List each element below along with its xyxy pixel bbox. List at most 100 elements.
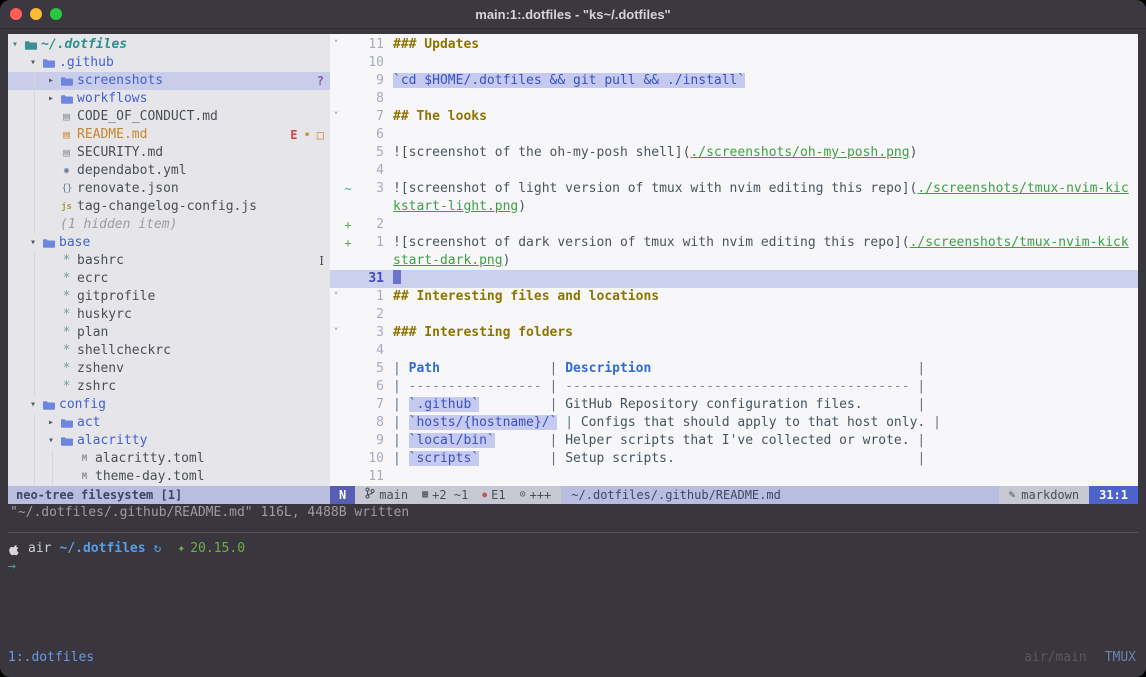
tree-item-config[interactable]: ▾config [8, 396, 330, 414]
tree-item-ecrc[interactable]: *ecrc [8, 270, 330, 288]
editor-line-11[interactable]: 11 [330, 468, 1138, 486]
line-text: `cd $HOME/.dotfiles && git pull && ./ins… [393, 72, 1138, 90]
chevron-down-icon[interactable]: ▾ [8, 36, 22, 54]
tree-item-label: theme-day.toml [95, 468, 205, 486]
fold-marker-icon[interactable]: ˅ [330, 108, 342, 126]
fold-marker-icon[interactable]: ˅ [330, 288, 342, 306]
chevron-down-icon[interactable]: ▾ [44, 432, 58, 450]
segment-url: start-dark.png [393, 253, 503, 268]
segment-plain [479, 397, 549, 412]
tree-item-act[interactable]: ▸act [8, 414, 330, 432]
tree-item-alacritty-toml[interactable]: Malacritty.toml [8, 450, 330, 468]
git-branch-icon [365, 486, 375, 504]
tree-item-gitprofile[interactable]: *gitprofile [8, 288, 330, 306]
tmux-window-current[interactable]: 1:.dotfiles [8, 649, 94, 667]
editor-line-8[interactable]: 8| `hosts/{hostname}/` | Configs that sh… [330, 414, 1138, 432]
chevron-right-icon[interactable]: ▸ [44, 72, 58, 90]
editor-line-3[interactable]: ~3![screenshot of light version of tmux … [330, 180, 1138, 198]
tree-item-readme-md[interactable]: ▤README.mdE•□ [8, 126, 330, 144]
shell-pane[interactable]: air ~/.dotfiles ↻ ✦ 20.15.0 → [8, 540, 1138, 649]
editor-line-10[interactable]: 10 [330, 54, 1138, 72]
editor-line-wrap[interactable]: kstart-light.png) [330, 198, 1138, 216]
chevron-down-icon[interactable]: ▾ [26, 54, 40, 72]
diagnostic-error-icon: ● [482, 486, 487, 504]
tree-item-zshenv[interactable]: *zshenv [8, 360, 330, 378]
chevron-right-icon[interactable]: ▸ [44, 414, 58, 432]
chevron-down-icon[interactable]: ▾ [26, 234, 40, 252]
tree-item-tag-changelog-config-js[interactable]: jstag-changelog-config.js [8, 198, 330, 216]
tmux-pane-border[interactable] [8, 532, 1138, 533]
indent-guide [26, 126, 44, 144]
chevron-right-icon[interactable]: ▸ [44, 90, 58, 108]
neotree-statusline: neo-tree filesystem [1] [8, 486, 330, 504]
editor-line-31[interactable]: 31 [330, 270, 1138, 288]
fold-column [330, 342, 342, 360]
tree-item-zshrc[interactable]: *zshrc [8, 378, 330, 396]
editor-line-wrap[interactable]: start-dark.png) [330, 252, 1138, 270]
editor-line-7[interactable]: ˅7## The looks [330, 108, 1138, 126]
line-text: ### Updates [393, 36, 1138, 54]
line-number: 2 [354, 306, 384, 324]
tree-item-shellcheckrc[interactable]: *shellcheckrc [8, 342, 330, 360]
editor-line-4[interactable]: 4 [330, 162, 1138, 180]
zoom-button[interactable] [50, 8, 62, 20]
fold-column [330, 378, 342, 396]
editor-line-3[interactable]: ˅3### Interesting folders [330, 324, 1138, 342]
tree-item-1-hidden-item[interactable]: (1 hidden item) [8, 216, 330, 234]
editor-line-6[interactable]: 6| ----------------- | -----------------… [330, 378, 1138, 396]
line-text [393, 90, 1138, 108]
indent-guide [8, 468, 26, 486]
tree-item-screenshots[interactable]: ▸screenshots? [8, 72, 330, 90]
tree-item-dotfiles[interactable]: ▾~/.dotfiles [8, 36, 330, 54]
tree-item-renovate-json[interactable]: {}renovate.json [8, 180, 330, 198]
chevron-down-icon[interactable]: ▾ [26, 396, 40, 414]
tree-item-dependabot-yml[interactable]: ◉dependabot.yml [8, 162, 330, 180]
editor-line-2[interactable]: 2 [330, 306, 1138, 324]
editor-line-10[interactable]: 10| `scripts` | Setup scripts. | [330, 450, 1138, 468]
editor-line-1[interactable]: +1![screenshot of dark version of tmux w… [330, 234, 1138, 252]
tree-item-github[interactable]: ▾.github [8, 54, 330, 72]
close-button[interactable] [10, 8, 22, 20]
editor-line-5[interactable]: 5![screenshot of the oh-my-posh shell](.… [330, 144, 1138, 162]
line-number: 3 [354, 324, 384, 342]
tree-item-bashrc[interactable]: *bashrcI [8, 252, 330, 270]
tree-item-code-of-conduct-md[interactable]: ▤CODE_OF_CONDUCT.md [8, 108, 330, 126]
tree-item-plan[interactable]: *plan [8, 324, 330, 342]
tree-item-badges: E•□ [290, 126, 330, 144]
editor-line-7[interactable]: 7| `.github` | GitHub Repository configu… [330, 396, 1138, 414]
tree-item-huskyrc[interactable]: *huskyrc [8, 306, 330, 324]
minimize-button[interactable] [30, 8, 42, 20]
segment-pipe: | [393, 397, 409, 412]
segment-th: Path [409, 361, 440, 376]
editor-line-6[interactable]: 6 [330, 126, 1138, 144]
editor-line-5[interactable]: 5| Path | Description | [330, 360, 1138, 378]
diff-icon: ▦ [422, 486, 428, 504]
segment-code: `local/bin` [409, 433, 495, 448]
editor-line-11[interactable]: ˅11### Updates [330, 36, 1138, 54]
prompt-host: air [28, 540, 51, 558]
segment-pipe: | [393, 415, 409, 430]
fold-marker-icon[interactable]: ˅ [330, 324, 342, 342]
tree-item-alacritty[interactable]: ▾ alacritty [8, 432, 330, 450]
neotree-sidebar: ▾~/.dotfiles▾.github▸screenshots?▸workfl… [8, 34, 330, 504]
git-sign [342, 144, 354, 162]
tree-item-theme-day-toml[interactable]: Mtheme-day.toml [8, 468, 330, 486]
indent-guide [8, 360, 26, 378]
editor-line-8[interactable]: 8 [330, 90, 1138, 108]
indent-guide [8, 306, 26, 324]
fold-marker-icon[interactable]: ˅ [330, 36, 342, 54]
segment-text: ) [503, 253, 511, 268]
apple-icon [8, 543, 20, 556]
git-sign [342, 306, 354, 324]
tree-item-base[interactable]: ▾base [8, 234, 330, 252]
tree-item-workflows[interactable]: ▸workflows [8, 90, 330, 108]
editor-line-4[interactable]: 4 [330, 342, 1138, 360]
editor-line-9[interactable]: 9`cd $HOME/.dotfiles && git pull && ./in… [330, 72, 1138, 90]
editor-line-2[interactable]: +2 [330, 216, 1138, 234]
editor-line-1[interactable]: ˅1## Interesting files and locations [330, 288, 1138, 306]
tree-item-label: alacritty [77, 432, 147, 450]
titlebar[interactable]: main:1:.dotfiles - "ks~/.dotfiles" [0, 0, 1146, 29]
editor-line-9[interactable]: 9| `local/bin` | Helper scripts that I'v… [330, 432, 1138, 450]
editor[interactable]: ˅11### Updates109`cd $HOME/.dotfiles && … [330, 34, 1138, 504]
tree-item-security-md[interactable]: ▤SECURITY.md [8, 144, 330, 162]
